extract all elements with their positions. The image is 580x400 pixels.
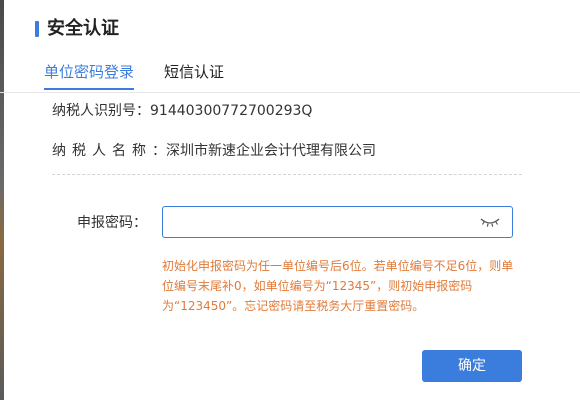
security-auth-dialog: 安全认证 单位密码登录 短信认证 纳税人识别号：9144030077270029…: [0, 0, 580, 400]
tab-unit-password-login[interactable]: 单位密码登录: [44, 60, 135, 90]
password-field[interactable]: [162, 206, 513, 238]
taxpayer-id-row: 纳税人识别号：91440300772700293Q: [52, 100, 312, 122]
dialog-header: 安全认证 单位密码登录 短信认证: [0, 0, 580, 92]
taxpayer-id-label: 纳税人识别号：: [52, 103, 150, 119]
taxpayer-name-value: 深圳市新速企业会计代理有限公司: [166, 143, 376, 159]
taxpayer-name-label: 纳税人名称: [52, 143, 152, 159]
confirm-button[interactable]: 确定: [422, 350, 522, 382]
taxpayer-id-value: 91440300772700293Q: [150, 103, 313, 119]
password-field-label: 申报密码：: [77, 215, 147, 231]
tab-sms-auth[interactable]: 短信认证: [164, 60, 224, 84]
taxpayer-name-row: 纳税人名称：深圳市新速企业会计代理有限公司: [52, 140, 376, 162]
taxpayer-name-colon: ：: [152, 143, 166, 159]
password-input[interactable]: [171, 211, 471, 233]
title-accent-bar: [35, 21, 39, 37]
header-divider: [0, 92, 580, 93]
eye-closed-icon[interactable]: [480, 216, 500, 228]
password-hint-text: 初始化申报密码为任一单位编号后6位。若单位编号不足6位，则单位编号末尾补0，如单…: [162, 259, 514, 313]
dialog-title: 安全认证: [47, 18, 119, 39]
section-divider: [52, 174, 522, 175]
